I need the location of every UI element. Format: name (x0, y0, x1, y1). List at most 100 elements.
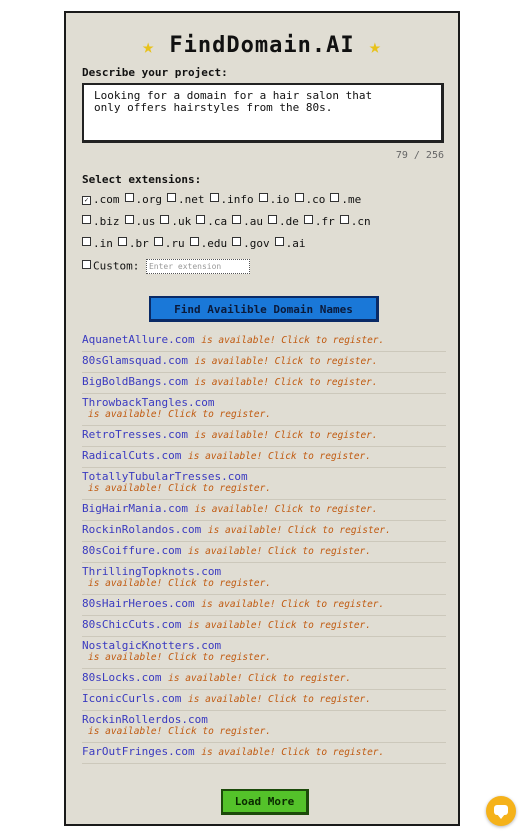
domain-link[interactable]: BigHairMania.com (82, 502, 188, 515)
checkbox[interactable] (124, 193, 134, 202)
extension-option[interactable]: .io (258, 193, 290, 206)
extension-option[interactable]: .ai (274, 237, 306, 250)
extension-option[interactable]: .fr (303, 215, 335, 228)
domain-result-row[interactable]: AquanetAllure.com is available! Click to… (82, 331, 446, 352)
extension-option[interactable]: .biz (82, 215, 120, 228)
extension-option[interactable]: .edu (189, 237, 227, 250)
domain-link[interactable]: ThrowbackTangles.com (82, 396, 214, 409)
domain-link[interactable]: RetroTresses.com (82, 428, 188, 441)
availability-text[interactable]: is available! Click to register. (82, 652, 446, 664)
availability-text[interactable]: is available! Click to register. (188, 694, 371, 705)
checkbox[interactable] (196, 215, 206, 224)
availability-text[interactable]: is available! Click to register. (168, 673, 351, 684)
checkbox[interactable] (82, 215, 91, 224)
find-domains-button[interactable]: Find Availible Domain Names (149, 296, 379, 322)
extension-option[interactable]: .in (82, 237, 113, 250)
extension-option[interactable]: .ca (196, 215, 227, 228)
extension-option[interactable]: .us (124, 215, 155, 228)
extension-option[interactable]: .org (124, 193, 162, 206)
checkbox[interactable] (209, 193, 219, 202)
checkbox[interactable] (274, 237, 284, 246)
availability-text[interactable]: is available! Click to register. (195, 377, 378, 388)
availability-text[interactable]: is available! Click to register. (201, 599, 384, 610)
availability-text[interactable]: is available! Click to register. (201, 335, 384, 346)
extension-option[interactable]: .info (209, 193, 254, 206)
domain-link[interactable]: FarOutFringes.com (82, 745, 195, 758)
domain-result-row[interactable]: BigHairMania.com is available! Click to … (82, 500, 446, 521)
checkbox[interactable] (232, 237, 242, 246)
domain-result-row[interactable]: ThrowbackTangles.com is available! Click… (82, 394, 446, 426)
domain-result-row[interactable]: 80sLocks.com is available! Click to regi… (82, 669, 446, 690)
checkbox[interactable] (303, 215, 313, 224)
custom-extension-checkbox[interactable] (82, 259, 91, 269)
extension-option[interactable]: .br (117, 237, 149, 250)
domain-link[interactable]: RadicalCuts.com (82, 449, 181, 462)
checkbox[interactable] (82, 237, 91, 246)
availability-text[interactable]: is available! Click to register. (195, 504, 378, 515)
checkbox[interactable] (268, 215, 277, 224)
domain-result-row[interactable]: BigBoldBangs.com is available! Click to … (82, 373, 446, 394)
extension-option[interactable]: .cn (339, 215, 371, 228)
checkbox[interactable] (330, 193, 340, 202)
extension-option[interactable]: .uk (160, 215, 191, 228)
domain-result-row[interactable]: 80sGlamsquad.com is available! Click to … (82, 352, 446, 373)
availability-text[interactable]: is available! Click to register. (195, 430, 378, 441)
checkbox[interactable] (339, 215, 349, 224)
extension-option[interactable]: .net (167, 193, 205, 206)
checkbox[interactable] (167, 193, 176, 202)
availability-text[interactable]: is available! Click to register. (188, 546, 371, 557)
availability-text[interactable]: is available! Click to register. (82, 483, 446, 495)
checkbox[interactable] (117, 237, 127, 246)
domain-result-row[interactable]: IconicCurls.com is available! Click to r… (82, 690, 446, 711)
domain-link[interactable]: 80sGlamsquad.com (82, 354, 188, 367)
domain-result-row[interactable]: RockinRollerdos.com is available! Click … (82, 711, 446, 743)
domain-link[interactable]: AquanetAllure.com (82, 333, 195, 346)
extension-option[interactable]: .de (268, 215, 299, 228)
domain-link[interactable]: RockinRollerdos.com (82, 713, 208, 726)
extension-option[interactable]: .ru (153, 237, 185, 250)
checkbox-checked[interactable]: ✓ (82, 196, 91, 205)
domain-link[interactable]: 80sChicCuts.com (82, 618, 181, 631)
checkbox[interactable] (294, 193, 304, 202)
domain-link[interactable]: BigBoldBangs.com (82, 375, 188, 388)
extension-option[interactable]: .co (294, 193, 325, 206)
availability-text[interactable]: is available! Click to register. (188, 620, 371, 631)
availability-text[interactable]: is available! Click to register. (208, 525, 391, 536)
checkbox[interactable] (124, 215, 134, 224)
domain-link[interactable]: IconicCurls.com (82, 692, 181, 705)
load-more-button[interactable]: Load More (221, 789, 309, 815)
availability-text[interactable]: is available! Click to register. (82, 409, 446, 421)
domain-link[interactable]: 80sCoiffure.com (82, 544, 181, 557)
domain-link[interactable]: 80sLocks.com (82, 671, 161, 684)
checkbox[interactable] (160, 215, 170, 224)
project-description-textarea[interactable]: Looking for a domain for a hair salon th… (82, 83, 444, 143)
domain-result-row[interactable]: 80sCoiffure.com is available! Click to r… (82, 542, 446, 563)
domain-link[interactable]: RockinRolandos.com (82, 523, 201, 536)
domain-result-row[interactable]: 80sHairHeroes.com is available! Click to… (82, 595, 446, 616)
extension-option[interactable]: .au (232, 215, 263, 228)
checkbox[interactable] (189, 237, 199, 246)
domain-result-row[interactable]: ThrillingTopknots.com is available! Clic… (82, 563, 446, 595)
availability-text[interactable]: is available! Click to register. (82, 726, 446, 738)
checkbox[interactable] (153, 237, 163, 246)
extension-option[interactable]: .me (330, 193, 361, 206)
domain-result-row[interactable]: RadicalCuts.com is available! Click to r… (82, 447, 446, 468)
domain-result-row[interactable]: TotallyTubularTresses.com is available! … (82, 468, 446, 500)
domain-link[interactable]: ThrillingTopknots.com (82, 565, 221, 578)
domain-result-row[interactable]: NostalgicKnotters.com is available! Clic… (82, 637, 446, 669)
domain-result-row[interactable]: FarOutFringes.com is available! Click to… (82, 743, 446, 764)
checkbox[interactable] (258, 193, 268, 202)
availability-text[interactable]: is available! Click to register. (201, 747, 384, 758)
availability-text[interactable]: is available! Click to register. (82, 578, 446, 590)
extension-option[interactable]: ✓ .com (82, 193, 120, 206)
checkbox[interactable] (232, 215, 242, 224)
domain-link[interactable]: 80sHairHeroes.com (82, 597, 195, 610)
chat-bubble-icon[interactable] (486, 796, 516, 826)
custom-extension-input[interactable]: Enter extension (145, 259, 250, 274)
domain-result-row[interactable]: RockinRolandos.com is available! Click t… (82, 521, 446, 542)
domain-result-row[interactable]: 80sChicCuts.com is available! Click to r… (82, 616, 446, 637)
availability-text[interactable]: is available! Click to register. (188, 451, 371, 462)
domain-link[interactable]: NostalgicKnotters.com (82, 639, 221, 652)
domain-result-row[interactable]: RetroTresses.com is available! Click to … (82, 426, 446, 447)
domain-link[interactable]: TotallyTubularTresses.com (82, 470, 248, 483)
